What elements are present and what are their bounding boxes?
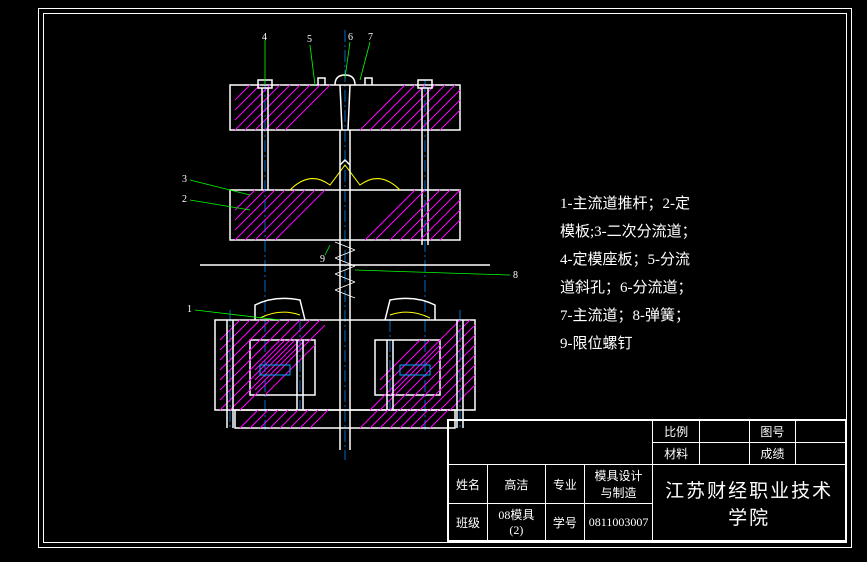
class-label: 班级 <box>449 504 488 541</box>
legend-line: 4-定模座板；5-分流 <box>560 246 790 274</box>
scale-label: 比例 <box>653 421 700 443</box>
legend-line: 9-限位螺钉 <box>560 330 790 358</box>
class-value: 08模具(2) <box>487 504 545 541</box>
legend-line: 1-主流道推杆；2-定 <box>560 190 790 218</box>
mold-section-view: 4 5 6 7 3 2 1 8 9 <box>160 30 530 460</box>
callout-6: 6 <box>348 32 353 43</box>
callout-2: 2 <box>182 194 187 205</box>
technical-drawing: 4 5 6 7 3 2 1 8 9 <box>160 30 530 460</box>
callout-1: 1 <box>187 304 192 315</box>
drawing-no-label: 图号 <box>749 421 796 443</box>
callout-8: 8 <box>513 270 518 281</box>
callout-7: 7 <box>368 32 373 43</box>
title-block: 比例 图号 材料 成绩 姓名 高洁 专业 模具设计与制造 江苏财经职业技术学院 … <box>447 419 847 542</box>
school-name: 江苏财经职业技术学院 <box>653 465 846 541</box>
legend-line: 道斜孔；6-分流道； <box>560 274 790 302</box>
callout-3: 3 <box>182 174 187 185</box>
callout-9: 9 <box>320 254 325 265</box>
parts-legend: 1-主流道推杆；2-定 模板;3-二次分流道； 4-定模座板；5-分流 道斜孔；… <box>560 190 790 358</box>
id-value: 0811003007 <box>584 504 653 541</box>
material-label: 材料 <box>653 443 700 465</box>
material-value <box>699 443 749 465</box>
grade-label: 成绩 <box>749 443 796 465</box>
callout-4: 4 <box>262 32 267 43</box>
name-value: 高洁 <box>487 465 545 504</box>
major-label: 专业 <box>545 465 584 504</box>
legend-line: 7-主流道；8-弹簧； <box>560 302 790 330</box>
grade-value <box>796 443 846 465</box>
id-label: 学号 <box>545 504 584 541</box>
legend-line: 模板;3-二次分流道； <box>560 218 790 246</box>
major-value: 模具设计与制造 <box>584 465 653 504</box>
scale-value <box>699 421 749 443</box>
callout-5: 5 <box>307 34 312 45</box>
drawing-no-value <box>796 421 846 443</box>
name-label: 姓名 <box>449 465 488 504</box>
